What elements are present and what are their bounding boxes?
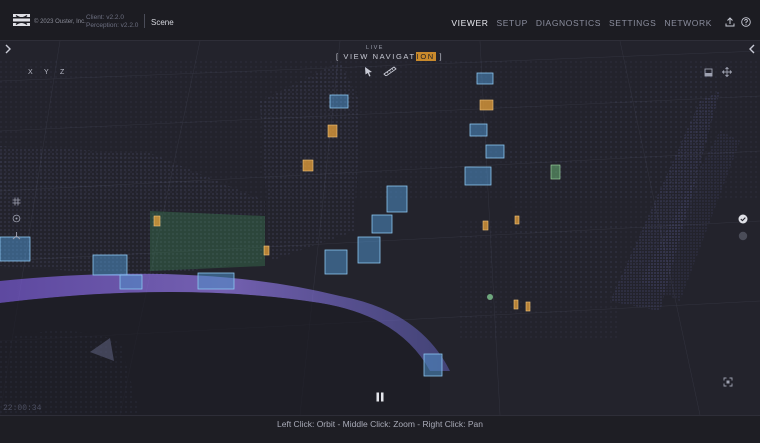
green-facade bbox=[150, 211, 265, 271]
view-nav-prefix: [ VIEW NAVIGAT bbox=[336, 52, 416, 61]
scene-label[interactable]: Scene bbox=[151, 18, 174, 27]
pause-icon[interactable] bbox=[375, 392, 385, 402]
fit-view-icon[interactable] bbox=[723, 377, 733, 387]
camera-view-icon[interactable] bbox=[704, 68, 713, 77]
tab-diagnostics[interactable]: DIAGNOSTICS bbox=[536, 18, 601, 28]
tracked-object[interactable] bbox=[550, 164, 561, 180]
cursor-icon[interactable] bbox=[364, 66, 374, 77]
grid-icon[interactable] bbox=[12, 197, 21, 206]
view-nav-highlight: ION bbox=[415, 52, 436, 61]
tab-network[interactable]: NETWORK bbox=[664, 18, 712, 28]
axis-x[interactable]: X bbox=[28, 69, 33, 76]
controls-hint-bar: Left Click: Orbit - Middle Click: Zoom -… bbox=[0, 415, 760, 443]
target-icon[interactable] bbox=[12, 214, 21, 223]
3d-viewport[interactable] bbox=[0, 41, 760, 415]
axes-icon[interactable] bbox=[12, 231, 21, 240]
collapse-right-icon[interactable] bbox=[748, 44, 756, 54]
ruler-icon[interactable] bbox=[383, 66, 397, 76]
live-label: LIVE bbox=[366, 45, 384, 51]
foreground-cloud bbox=[0, 331, 140, 415]
tracked-object-small[interactable] bbox=[487, 294, 493, 300]
upload-icon[interactable] bbox=[725, 17, 735, 27]
main-nav: VIEWER SETUP DIAGNOSTICS SETTINGS NETWOR… bbox=[451, 18, 712, 28]
top-bar: © 2023 Ouster, Inc. Client: v2.2.0 Perce… bbox=[0, 0, 760, 41]
check-icon[interactable] bbox=[738, 214, 748, 224]
tab-settings[interactable]: SETTINGS bbox=[609, 18, 656, 28]
ouster-logo bbox=[13, 14, 30, 26]
tab-viewer[interactable]: VIEWER bbox=[451, 18, 488, 28]
axis-z[interactable]: Z bbox=[60, 69, 64, 76]
point-cloud-scene[interactable] bbox=[0, 41, 760, 415]
perception-version: Perception: v2.2.0 bbox=[86, 22, 139, 29]
timestamp: 22:00:34 bbox=[3, 404, 42, 413]
tab-setup[interactable]: SETUP bbox=[497, 18, 528, 28]
axis-y[interactable]: Y bbox=[44, 69, 49, 76]
version-info: Client: v2.2.0 Perception: v2.2.0 bbox=[86, 14, 138, 30]
copyright-text: © 2023 Ouster, Inc. bbox=[34, 19, 86, 25]
street-cloud bbox=[460, 221, 620, 341]
move-icon[interactable] bbox=[722, 67, 732, 77]
controls-hint: Left Click: Orbit - Middle Click: Zoom -… bbox=[277, 419, 483, 429]
circle-icon[interactable] bbox=[738, 231, 748, 241]
client-version: Client: v2.2.0 bbox=[86, 14, 124, 21]
divider bbox=[144, 14, 145, 28]
view-nav-suffix: ] bbox=[435, 52, 444, 61]
help-icon[interactable] bbox=[741, 17, 751, 27]
collapse-left-icon[interactable] bbox=[4, 44, 12, 54]
view-navigation-label: [ VIEW NAVIGATION ] bbox=[336, 52, 443, 61]
